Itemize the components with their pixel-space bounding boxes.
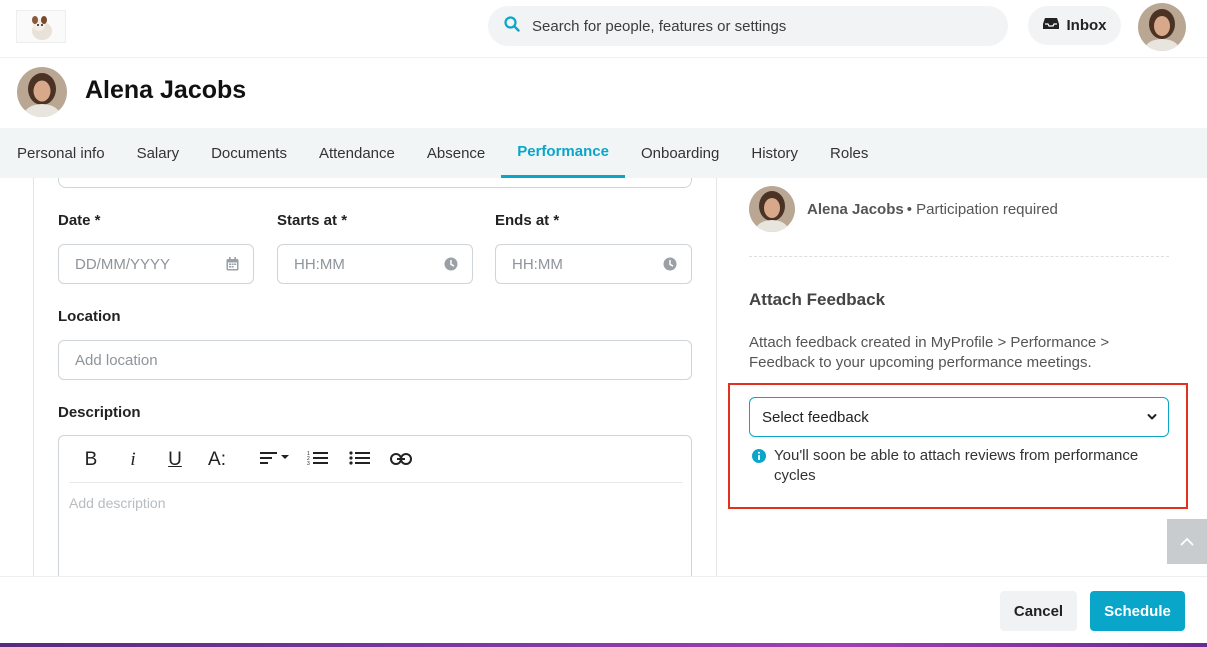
profile-tabs: Personal info Salary Documents Attendanc… — [0, 128, 1207, 178]
font-size-button[interactable]: A: — [205, 448, 229, 472]
attach-feedback-description: Attach feedback created in MyProfile > P… — [749, 334, 1110, 371]
modal-footer: Cancel Schedule — [0, 576, 1207, 643]
title-field[interactable] — [58, 178, 692, 188]
calendar-icon — [226, 257, 239, 275]
participant-avatar — [749, 186, 795, 232]
feedback-select[interactable]: Select feedback — [749, 397, 1169, 437]
profile-header: Alena Jacobs — [0, 58, 1207, 128]
bullet-list-icon — [348, 449, 370, 471]
ordered-list-button[interactable]: 123 — [305, 448, 329, 472]
date-placeholder: DD/MM/YYYY — [75, 255, 171, 273]
tab-attendance[interactable]: Attendance — [303, 128, 411, 178]
cancel-button[interactable]: Cancel — [1000, 591, 1077, 631]
italic-button[interactable]: i — [123, 448, 143, 472]
tab-roles[interactable]: Roles — [814, 128, 884, 178]
divider — [749, 256, 1169, 257]
ends-at-label: Ends at * — [495, 212, 560, 229]
underline-button[interactable]: U — [165, 448, 185, 472]
feedback-select-value: Select feedback — [762, 408, 869, 426]
date-label: Date * — [58, 212, 101, 229]
participant-row: Alena Jacobs • Participation required — [749, 186, 1058, 232]
inbox-button[interactable]: Inbox — [1028, 6, 1121, 45]
starts-at-label: Starts at * — [277, 212, 348, 229]
clock-icon — [663, 257, 677, 275]
inbox-label: Inbox — [1066, 17, 1107, 34]
search-input[interactable] — [532, 17, 972, 35]
chevron-up-icon — [1180, 533, 1194, 551]
tab-history[interactable]: History — [735, 128, 814, 178]
font-size-icon: A: — [208, 449, 226, 470]
meeting-form: Date * Starts at * Ends at * DD/MM/YYYY … — [33, 178, 717, 576]
ends-at-input[interactable]: HH:MM — [495, 244, 692, 284]
ends-at-placeholder: HH:MM — [512, 255, 563, 273]
bullet-list-button[interactable] — [347, 448, 371, 472]
clock-icon — [444, 257, 458, 275]
link-icon — [390, 449, 412, 471]
tab-personal-info[interactable]: Personal info — [0, 128, 121, 178]
description-label: Description — [58, 404, 141, 421]
info-text: You'll soon be able to attach reviews fr… — [774, 447, 1139, 484]
info-icon — [752, 449, 766, 486]
attach-feedback-title: Attach Feedback — [749, 290, 886, 309]
date-input[interactable]: DD/MM/YYYY — [58, 244, 254, 284]
bold-icon: B — [84, 449, 98, 470]
user-avatar[interactable] — [1138, 3, 1186, 51]
participant-name: Alena Jacobs — [807, 200, 904, 218]
profile-avatar — [17, 67, 67, 117]
profile-name: Alena Jacobs — [85, 76, 247, 104]
underline-icon: U — [168, 449, 182, 470]
tab-salary[interactable]: Salary — [121, 128, 196, 178]
search-icon — [504, 15, 520, 37]
tab-absence[interactable]: Absence — [411, 128, 501, 178]
top-bar: Inbox — [0, 0, 1207, 58]
bold-button[interactable]: B — [81, 448, 101, 472]
ordered-list-icon: 123 — [307, 449, 328, 471]
inbox-icon — [1042, 17, 1059, 34]
editor-toolbar: B i U A: 123 — [69, 436, 683, 483]
location-label: Location — [58, 308, 121, 325]
global-search[interactable] — [488, 6, 1008, 46]
starts-at-placeholder: HH:MM — [294, 255, 345, 273]
location-input[interactable]: Add location — [58, 340, 692, 380]
location-placeholder: Add location — [75, 351, 158, 369]
tab-performance[interactable]: Performance — [501, 128, 625, 178]
svg-text:3: 3 — [307, 461, 310, 465]
scroll-to-top-button[interactable] — [1167, 519, 1207, 564]
align-left-icon — [260, 449, 290, 471]
bottom-gradient-strip — [0, 643, 1207, 647]
starts-at-input[interactable]: HH:MM — [277, 244, 473, 284]
company-logo[interactable] — [16, 10, 66, 43]
description-placeholder: Add description — [69, 495, 166, 511]
chevron-down-icon — [1146, 410, 1158, 427]
description-editor[interactable]: B i U A: 123 Add description — [58, 435, 692, 576]
info-message: You'll soon be able to attach reviews fr… — [752, 446, 1162, 486]
align-button[interactable] — [259, 448, 291, 472]
link-button[interactable] — [389, 448, 413, 472]
italic-icon: i — [130, 449, 136, 470]
meeting-sidebar: Alena Jacobs • Participation required At… — [717, 178, 1207, 576]
tab-onboarding[interactable]: Onboarding — [625, 128, 735, 178]
tab-documents[interactable]: Documents — [195, 128, 303, 178]
participant-status: • Participation required — [906, 200, 1058, 218]
schedule-button[interactable]: Schedule — [1090, 591, 1185, 631]
